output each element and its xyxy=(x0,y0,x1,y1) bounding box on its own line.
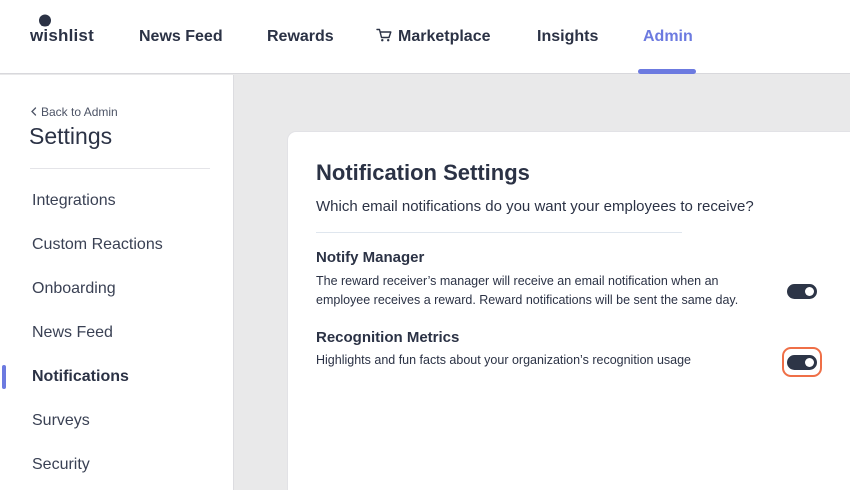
nav-marketplace[interactable]: Marketplace xyxy=(376,28,491,46)
page-title: Settings xyxy=(29,123,113,149)
sidebar-item-surveys[interactable]: Surveys xyxy=(32,412,90,430)
nav-marketplace-label: Marketplace xyxy=(398,28,491,45)
sidebar-item-integrations[interactable]: Integrations xyxy=(32,192,116,210)
sidebar-divider xyxy=(30,168,210,169)
notify-manager-title: Notify Manager xyxy=(316,249,425,266)
toggle-knob xyxy=(805,358,814,367)
nav-rewards[interactable]: Rewards xyxy=(267,28,334,46)
sidebar-item-custom-reactions[interactable]: Custom Reactions xyxy=(32,236,163,254)
nav-insights[interactable]: Insights xyxy=(537,28,598,46)
cart-icon xyxy=(376,28,392,42)
recognition-metrics-title: Recognition Metrics xyxy=(316,329,460,346)
nav-news-feed[interactable]: News Feed xyxy=(139,28,223,46)
brand-logo[interactable]: wishlist xyxy=(30,26,94,46)
sidebar-active-indicator xyxy=(2,365,6,389)
recognition-metrics-description: Highlights and fun facts about your orga… xyxy=(316,353,692,367)
sidebar-item-onboarding[interactable]: Onboarding xyxy=(32,280,116,298)
notification-settings-card: Notification Settings Which email notifi… xyxy=(288,132,850,490)
recognition-metrics-toggle[interactable] xyxy=(787,355,817,370)
nav-admin[interactable]: Admin xyxy=(643,28,693,46)
top-navigation: wishlist News Feed Rewards Marketplace I… xyxy=(0,0,850,74)
nav-active-indicator xyxy=(638,69,696,74)
sidebar-item-notifications[interactable]: Notifications xyxy=(32,368,129,386)
notify-manager-toggle[interactable] xyxy=(787,284,817,299)
chevron-left-icon xyxy=(31,107,37,116)
sidebar-item-security[interactable]: Security xyxy=(32,456,90,474)
back-to-admin-link[interactable]: Back to Admin xyxy=(30,105,118,119)
sidebar-item-news-feed[interactable]: News Feed xyxy=(32,324,113,342)
notify-manager-description: The reward receiver’s manager will recei… xyxy=(316,274,739,307)
toggle-knob xyxy=(805,287,814,296)
card-divider xyxy=(316,232,682,233)
card-title: Notification Settings xyxy=(316,160,530,185)
settings-sidebar: Back to Admin Settings Integrations Cust… xyxy=(0,75,234,490)
card-subtitle: Which email notifications do you want yo… xyxy=(316,198,754,215)
back-link-label: Back to Admin xyxy=(41,105,118,119)
